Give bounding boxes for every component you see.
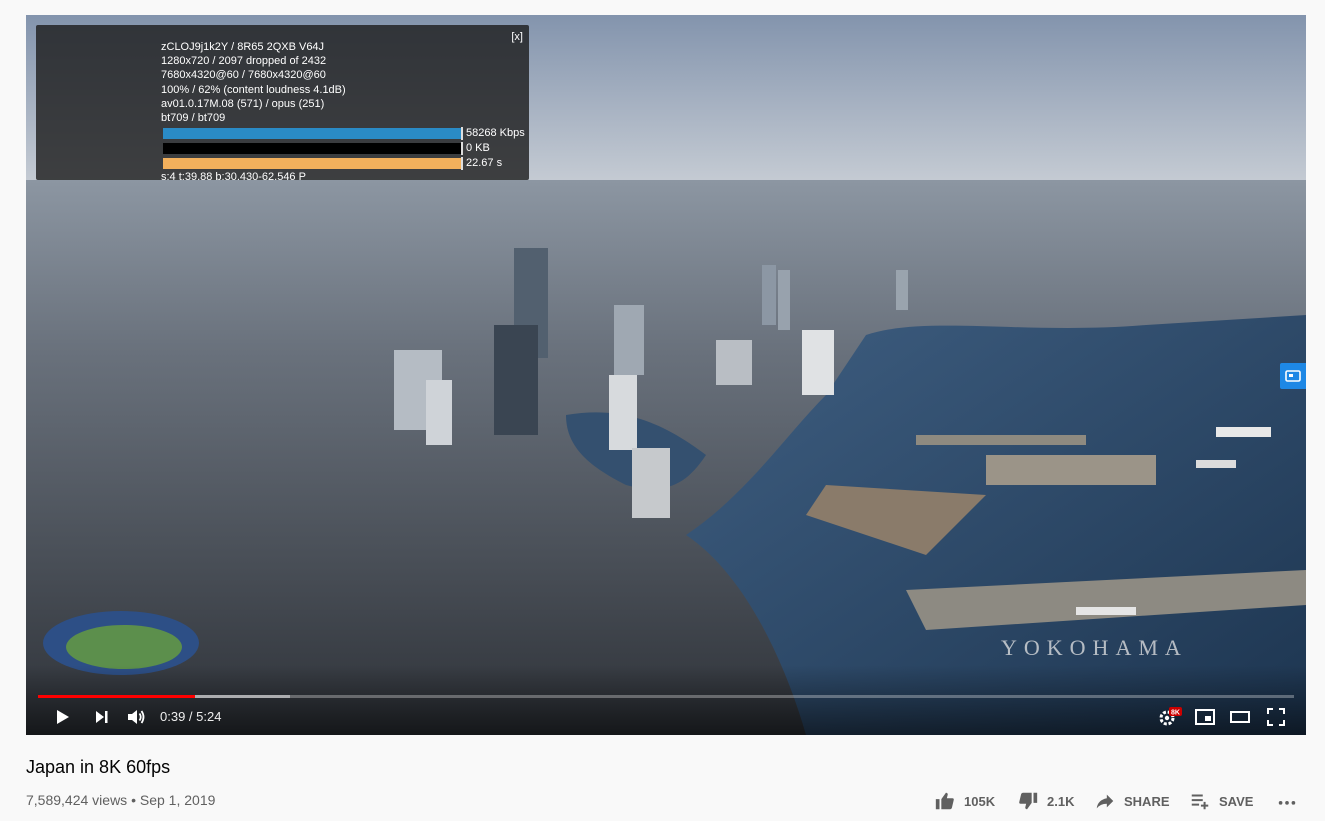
meta-dot: • bbox=[127, 792, 140, 808]
settings-button[interactable]: 8K bbox=[1156, 705, 1182, 729]
share-label: SHARE bbox=[1124, 793, 1170, 809]
stats-value: 7680x4320@60 / 7680x4320@60 bbox=[161, 69, 326, 81]
video-player[interactable]: YOKOHAMA [x] Video ID / sCPN zCLOJ9j1k2Y… bbox=[26, 15, 1306, 735]
stats-value: 0 KB bbox=[466, 142, 490, 154]
stats-value: av01.0.17M.08 (571) / opus (251) bbox=[161, 98, 325, 110]
play-icon bbox=[57, 710, 69, 724]
time-display: 0:39 / 5:24 bbox=[160, 709, 221, 724]
like-button[interactable]: 105K bbox=[934, 789, 995, 813]
progress-played bbox=[38, 695, 195, 698]
fullscreen-icon bbox=[1267, 708, 1285, 726]
save-button[interactable]: SAVE bbox=[1189, 789, 1253, 813]
time-total: 5:24 bbox=[196, 709, 222, 724]
save-label: SAVE bbox=[1219, 793, 1254, 809]
next-button[interactable] bbox=[90, 705, 114, 729]
stats-value: zCLOJ9j1k2Y / 8R65 2QXB V64J bbox=[161, 41, 325, 53]
view-count: 7,589,424 views bbox=[26, 792, 128, 808]
share-button[interactable]: SHARE bbox=[1094, 789, 1170, 813]
mute-button[interactable] bbox=[124, 705, 148, 729]
upload-date: Sep 1, 2019 bbox=[139, 792, 216, 808]
video-title: Japan in 8K 60fps bbox=[26, 757, 171, 777]
settings-icon: 8K bbox=[1159, 707, 1182, 726]
stats-value: 1280x720 / 2097 dropped of 2432 bbox=[161, 55, 327, 67]
dislike-icon bbox=[1019, 792, 1038, 810]
quality-badge: 8K bbox=[1171, 709, 1180, 716]
play-button[interactable] bbox=[50, 705, 74, 729]
stats-value: 100% / 62% (content loudness 4.1dB) bbox=[161, 84, 346, 96]
time-separator: / bbox=[185, 709, 197, 724]
stats-value: 58268 Kbps bbox=[466, 127, 525, 139]
next-icon bbox=[96, 711, 108, 723]
theater-icon bbox=[1230, 711, 1250, 723]
volume-icon bbox=[128, 710, 145, 724]
video-watermark: YOKOHAMA bbox=[1001, 635, 1188, 660]
save-icon bbox=[1191, 794, 1209, 810]
stats-for-nerds-panel: [x] Video ID / sCPN zCLOJ9j1k2Y / 8R65 2… bbox=[36, 25, 529, 183]
miniplayer-icon bbox=[1195, 709, 1215, 725]
progress-loaded bbox=[194, 695, 290, 698]
progress-bar[interactable] bbox=[38, 695, 1294, 698]
fullscreen-button[interactable] bbox=[1264, 705, 1288, 729]
more-actions-button[interactable] bbox=[1276, 789, 1306, 813]
stats-value: s:4 t:39.88 b:30.430-62.546 P bbox=[161, 171, 306, 183]
more-icon bbox=[1278, 801, 1296, 805]
stats-value: 22.67 s bbox=[466, 157, 503, 169]
video-meta: 7,589,424 views • Sep 1, 2019 bbox=[26, 792, 215, 808]
like-count: 105K bbox=[964, 793, 996, 809]
dislike-count: 2.1K bbox=[1047, 793, 1075, 809]
network-activity-bar bbox=[163, 142, 463, 155]
theater-mode-button[interactable] bbox=[1228, 705, 1252, 729]
dislike-button[interactable]: 2.1K bbox=[1017, 789, 1074, 813]
share-icon bbox=[1096, 794, 1114, 809]
info-card-button[interactable] bbox=[1280, 363, 1306, 389]
controls-gradient bbox=[26, 665, 1306, 735]
miniplayer-button[interactable] bbox=[1193, 705, 1217, 729]
stats-value: bt709 / bt709 bbox=[161, 112, 226, 124]
time-current: 0:39 bbox=[160, 709, 186, 724]
stats-close-button[interactable]: [x] bbox=[511, 31, 523, 43]
card-icon bbox=[1285, 370, 1301, 382]
buffer-health-bar bbox=[163, 157, 463, 170]
like-icon bbox=[935, 792, 954, 810]
connection-speed-bar bbox=[163, 127, 463, 140]
